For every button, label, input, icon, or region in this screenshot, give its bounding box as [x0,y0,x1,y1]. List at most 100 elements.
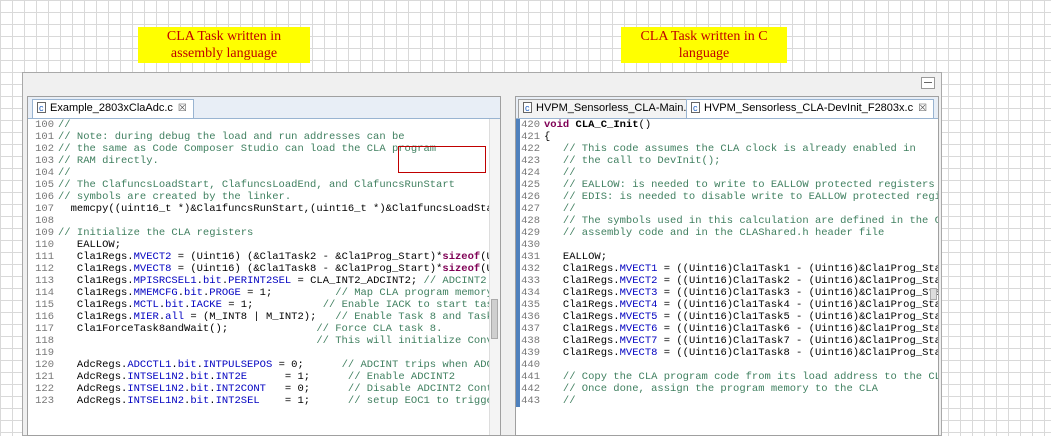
tab-hvpm-devinit[interactable]: HVPM_Sensorless_CLA-DevInit_F2803x.c ☒ [686,99,935,118]
change-marker [516,251,520,263]
tab-hvpm-main[interactable]: HVPM_Sensorless_CLA-Main.c [518,99,699,118]
change-marker [516,335,520,347]
line-number: 118 [35,335,54,347]
callout-line: language [678,46,730,61]
code-line: 438 Cla1Regs.MVECT7 = ((Uint16)Cla1Task7… [516,335,938,347]
code-line: 422 // This code assumes the CLA clock i… [516,143,938,155]
code-field: INTSEL1N2 [127,383,185,395]
code-field: MCTL [133,299,159,311]
close-icon[interactable]: ☒ [918,103,927,114]
code-comment: // Force CLA task 8. [316,323,443,335]
change-marker [516,131,520,143]
code-line: 105 // The ClafuncsLoadStart, ClafuncsLoa… [28,179,500,191]
code-text: Cla1Regs. [58,263,134,275]
code-text: = ((Uint16)Cla1Task7 - (Uint16)&Cla1Prog… [657,335,939,347]
change-marker [516,383,520,395]
code-line: 429 // assembly code and in the CLAShare… [516,227,938,239]
line-number: 110 [35,239,54,251]
code-field: IACKE [190,299,222,311]
code-line: 421{ [516,131,938,143]
code-line: 432 Cla1Regs.MVECT1 = ((Uint16)Cla1Task1… [516,263,938,275]
code-field: bit [184,287,203,299]
change-marker [516,347,520,359]
code-comment: // Once done, assign the program memory … [544,383,878,395]
c-file-icon [523,100,532,117]
line-number: 105 [35,179,54,191]
code-text: = ((Uint16)Cla1Task6 - (Uint16)&Cla1Prog… [657,323,939,335]
code-field: MVECT2 [619,275,658,287]
line-number: 113 [35,275,54,287]
code-field: INT2CONT [215,383,266,395]
code-line: 109 // Initialize the CLA registers [28,227,500,239]
code-line: 424 // [516,167,938,179]
code-field: MVECT7 [619,335,658,347]
code-field: MVECT6 [619,323,658,335]
code-text: AdcRegs. [58,383,128,395]
change-marker [516,191,520,203]
code-text: Cla1Regs. [544,335,620,347]
code-text: AdcRegs. [58,371,128,383]
code-line: 100 // [28,119,500,131]
line-number: 112 [35,263,54,275]
line-number: 119 [35,347,54,359]
change-marker [516,323,520,335]
line-number: 115 [35,299,54,311]
code-line: 420 void CLA_C_Init() [516,119,938,131]
change-marker [516,275,520,287]
code-comment: // Copy the CLA program code from its lo… [544,371,939,383]
change-marker [516,155,520,167]
code-line: 111 Cla1Regs.MVECT2 = (Uint16) (&Cla1Tas… [28,251,500,263]
change-marker [516,395,520,407]
code-comment: // Disable ADCINT2 Continuous mod [347,383,500,395]
right-tab-bar: HVPM_Sensorless_CLA-Main.c HVPM_Sensorle… [516,97,938,119]
code-comment: // Enable Task 8 and Task 2 [335,311,501,323]
code-text: EALLOW; [544,251,608,263]
tab-example-2803xclaadc[interactable]: Example_2803xClaAdc.c ☒ [32,99,194,118]
minimize-icon[interactable] [921,77,935,89]
change-marker [516,239,520,251]
callout-c-language: CLA Task written in C language [621,27,787,63]
code-text: memcpy((uint16_t *)&Cla1funcsRunStart,(u… [58,203,501,215]
code-keyword: void [544,119,570,131]
code-field: MIER [133,311,159,323]
left-tab-bar: Example_2803xClaAdc.c ☒ [28,97,500,119]
c-file-icon [37,100,46,117]
tab-label: Example_2803xClaAdc.c [50,102,173,114]
code-comment: // The ClafuncsLoadStart, ClafuncsLoadEn… [58,179,455,191]
code-line: 113 Cla1Regs.MPISRCSEL1.bit.PERINT2SEL =… [28,275,500,287]
code-area[interactable]: 420 void CLA_C_Init() 421{422 // This code… [516,119,938,435]
code-comment: // [58,119,71,131]
code-function-name: CLA_C_Init [575,119,639,131]
vertical-scrollbar[interactable] [489,119,500,435]
close-icon[interactable]: ☒ [178,103,187,114]
code-line: 427 // [516,203,938,215]
code-field: MVECT8 [133,263,172,275]
code-line: 107 memcpy((uint16_t *)&Cla1funcsRunStar… [28,203,500,215]
code-line: 116 Cla1Regs.MIER.all = (M_INT8 | M_INT2… [28,311,500,323]
tab-label: HVPM_Sensorless_CLA-DevInit_F2803x.c [704,102,914,114]
code-comment: // [58,167,71,179]
code-field: bit [190,395,210,407]
code-line: 436 Cla1Regs.MVECT5 = ((Uint16)Cla1Task5… [516,311,938,323]
code-field: PROGE [209,287,241,299]
code-line: 119 [28,347,500,359]
code-text: Cla1ForceTask8andWait(); [58,323,317,335]
code-field: INT2E [215,371,248,383]
line-number: 121 [35,371,54,383]
code-field: ADCCTL1 [127,359,172,371]
code-line: 443 // [516,395,938,407]
code-field: MVECT3 [619,287,658,299]
code-text: = ((Uint16)Cla1Task5 - (Uint16)&Cla1Prog… [657,311,939,323]
code-text: Cla1Regs. [58,311,134,323]
change-marker [516,167,520,179]
change-marker [516,179,520,191]
code-field: MVECT1 [619,263,658,275]
scrollbar-thumb[interactable] [930,288,937,300]
callout-line: assembly language [170,46,278,61]
code-text: = CLA_INT2_ADCINT2; [291,275,424,287]
code-text: = 1; [247,371,348,383]
code-text: Cla1Regs. [544,311,620,323]
scrollbar-thumb[interactable] [491,299,498,339]
code-line: 430 [516,239,938,251]
code-comment: // Note: during debug the load and run a… [58,131,405,143]
